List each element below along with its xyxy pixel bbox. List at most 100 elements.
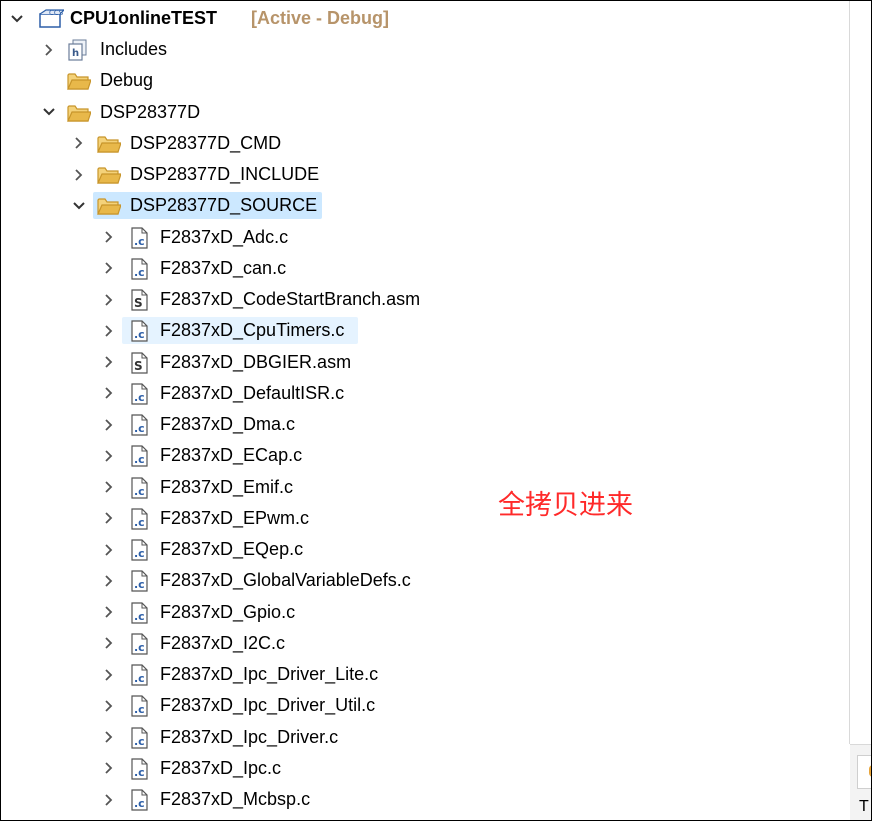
svg-text:S: S [134,296,143,310]
svg-text:.c: .c [134,328,145,341]
tree-row-project-root[interactable]: CCS CPU1onlineTEST [Active - Debug] [1,3,851,34]
tree-row[interactable]: .c F2837xD_EPwm.c [1,503,851,534]
chevron-right-icon[interactable] [99,347,119,378]
tree-row[interactable]: S F2837xD_DBGIER.asm [1,347,851,378]
chevron-right-icon[interactable] [99,253,119,284]
svg-text:.c: .c [134,547,145,560]
tree-row-label: F2837xD_I2C.c [160,632,286,653]
tree-row-label: DSP28377D_INCLUDE [130,164,320,184]
tree-row[interactable]: .c F2837xD_EQep.c [1,534,851,565]
c-file-icon: .c [127,601,151,624]
folder-icon [97,164,122,186]
chevron-right-icon[interactable] [99,565,119,596]
tree-row[interactable]: .c F2837xD_ECap.c [1,440,851,471]
chevron-right-icon[interactable] [99,378,119,409]
chevron-right-icon[interactable] [99,722,119,753]
chevron-right-icon[interactable] [69,128,89,159]
tree-row[interactable]: .c F2837xD_Mcbsp.c [1,784,851,815]
c-file-icon: .c [127,633,151,655]
tree-row-label: F2837xD_Ipc_Driver_Lite.c [160,664,379,684]
vertical-scrollbar[interactable] [849,1,850,744]
includes-icon: h [67,39,91,61]
tree-row[interactable]: .c F2837xD_DefaultISR.c [1,378,851,409]
tree-row[interactable]: DSP28377D_INCLUDE [1,159,851,190]
tree-row[interactable]: .c F2837xD_GlobalVariableDefs.c [1,565,851,596]
tree-row-label: F2837xD_DBGIER.asm [160,351,352,372]
tree-row[interactable]: .c F2837xD_can.c [1,253,851,284]
c-file-icon: .c [127,383,151,405]
tree-row[interactable]: .c F2837xD_Dma.c [1,409,851,440]
chevron-right-icon[interactable] [69,159,89,190]
chevron-right-icon[interactable] [39,34,59,65]
c-file-icon: .c [127,789,151,811]
chevron-right-icon[interactable] [99,628,119,659]
chevron-down-icon[interactable] [39,97,59,128]
tree-row-label: F2837xD_Adc.c [160,226,289,247]
svg-text:.c: .c [134,735,145,748]
tree-row[interactable]: DSP28377D_CMD [1,128,851,159]
chevron-right-icon[interactable] [99,409,119,440]
tree-row-label: F2837xD_Emif.c [160,476,294,497]
side-panel-text: T [859,798,869,815]
tree-row[interactable]: .c F2837xD_Ipc_Driver.c [1,722,851,753]
chevron-right-icon[interactable] [99,503,119,534]
chevron-right-icon[interactable] [99,315,119,346]
tree-row-label: F2837xD_GlobalVariableDefs.c [160,570,411,591]
chevron-right-icon[interactable] [99,440,119,471]
chevron-right-icon[interactable] [99,472,119,503]
tree-row[interactable]: .c F2837xD_Gpio.c [1,597,851,628]
tree-row-label: F2837xD_Dma.c [160,414,296,434]
svg-text:.c: .c [134,766,145,779]
tree-row-label: Debug [100,70,154,91]
chevron-right-icon[interactable] [99,597,119,628]
chevron-right-icon[interactable] [99,784,119,815]
tree-row[interactable]: .c F2837xD_I2C.c [1,628,851,659]
tree-row[interactable]: DSP28377D [1,97,851,128]
c-file-icon: .c [127,258,151,280]
svg-text:.c: .c [134,703,145,716]
svg-text:.c: .c [134,235,145,248]
svg-text:.c: .c [134,610,145,623]
c-file-icon: .c [127,445,151,467]
svg-text:.c: .c [134,516,145,529]
tree-row[interactable]: .c F2837xD_Emif.c [1,472,851,503]
tree-row-label: DSP28377D_SOURCE [130,195,318,216]
svg-text:h: h [72,48,79,59]
tree-row-label: F2837xD_EPwm.c [160,507,310,528]
tree-row[interactable]: .c F2837xD_CpuTimers.c [1,315,851,346]
svg-text:.c: .c [134,641,145,654]
tree-row[interactable]: .c F2837xD_Ipc_Driver_Lite.c [1,659,851,690]
tree-row[interactable]: S F2837xD_CodeStartBranch.asm [1,284,851,315]
tree-row[interactable]: Debug [1,65,851,96]
svg-text:CCS: CCS [49,9,64,17]
chevron-down-icon[interactable] [7,3,27,34]
chevron-right-icon[interactable] [99,534,119,565]
folder-icon [67,70,92,92]
c-file-icon: .c [127,508,151,530]
tree-row[interactable]: .c F2837xD_Ipc.c [1,753,851,784]
c-file-icon: .c [127,726,151,749]
project-state: [Active - Debug] [251,8,390,28]
chevron-right-icon[interactable] [99,284,119,315]
tree-row-label: F2837xD_DefaultISR.c [160,382,345,403]
chevron-right-icon[interactable] [99,753,119,784]
chevron-right-icon[interactable] [99,222,119,253]
tree-row[interactable]: DSP28377D_SOURCE [1,190,851,221]
tree-row-label: DSP28377D_CMD [130,132,282,153]
tree-row-label: F2837xD_can.c [160,257,287,278]
chevron-down-icon[interactable] [69,190,89,221]
ccs-project-icon: CCS [38,7,66,29]
chevron-right-icon[interactable] [99,659,119,690]
annotation-text: 全拷贝进来 [498,490,633,521]
tree-row[interactable]: .c F2837xD_Ipc_Driver_Util.c [1,690,851,721]
c-file-icon: .c [127,414,151,436]
folder-icon [97,195,122,217]
tree-row[interactable]: h Includes [1,34,851,65]
chevron-right-icon[interactable] [99,690,119,721]
tree-row[interactable]: .c F2837xD_Adc.c [1,222,851,253]
svg-text:.c: .c [134,453,145,466]
folder-icon [67,102,92,124]
tree-row-label: F2837xD_ECap.c [160,445,303,466]
svg-text:.c: .c [134,266,145,279]
project-name: CPU1onlineTEST [70,8,218,28]
